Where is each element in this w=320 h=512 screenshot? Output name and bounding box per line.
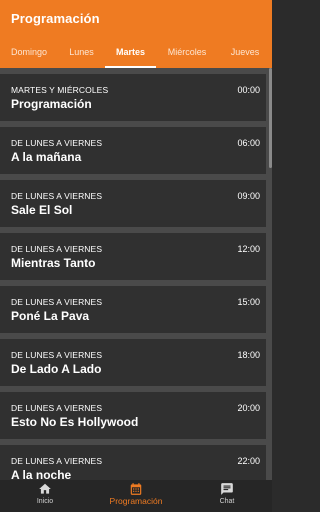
schedule-item[interactable]: DE LUNES A VIERNES 20:00 Esto No Es Holl…	[0, 392, 266, 439]
tab-jueves[interactable]: Jueves	[218, 36, 272, 68]
schedule-time: 18:00	[237, 350, 260, 360]
chat-icon	[221, 483, 233, 495]
schedule-time: 09:00	[237, 191, 260, 201]
schedule-time: 22:00	[237, 456, 260, 466]
schedule-show-name: A la noche	[11, 468, 72, 480]
schedule-days: DE LUNES A VIERNES	[11, 403, 103, 413]
nav-chat[interactable]: Chat	[182, 480, 272, 512]
schedule-show-name: Mientras Tanto	[11, 256, 96, 270]
schedule-show-name: Sale El Sol	[11, 203, 73, 217]
app-bar: Programación Domingo Lunes Martes Miérco…	[0, 0, 272, 68]
schedule-time: 00:00	[237, 85, 260, 95]
schedule-days: DE LUNES A VIERNES	[11, 350, 103, 360]
nav-label: Programación	[109, 496, 163, 506]
nav-label: Inicio	[36, 498, 54, 505]
tab-lunes[interactable]: Lunes	[58, 36, 105, 68]
page-title: Programación	[11, 11, 100, 26]
schedule-time: 15:00	[237, 297, 260, 307]
nav-programacion[interactable]: Programación	[90, 480, 182, 512]
schedule-item[interactable]: DE LUNES A VIERNES 22:00 A la noche	[0, 445, 266, 480]
app: Programación Domingo Lunes Martes Miérco…	[0, 0, 272, 512]
bottom-navigation: Inicio Programación Chat	[0, 480, 272, 512]
schedule-days: DE LUNES A VIERNES	[11, 191, 103, 201]
nav-inicio[interactable]: Inicio	[0, 480, 90, 512]
schedule-time: 20:00	[237, 403, 260, 413]
list-scrollbar[interactable]	[269, 68, 272, 168]
schedule-show-name: Poné La Pava	[11, 309, 90, 323]
schedule-time: 12:00	[237, 244, 260, 254]
day-tabs: Domingo Lunes Martes Miércoles Jueves	[0, 36, 272, 68]
schedule-days: DE LUNES A VIERNES	[11, 456, 103, 466]
tab-miercoles[interactable]: Miércoles	[156, 36, 218, 68]
tab-martes[interactable]: Martes	[105, 36, 156, 68]
schedule-days: MARTES Y MIÉRCOLES	[11, 85, 109, 95]
calendar-icon	[130, 483, 142, 495]
schedule-show-name: Esto No Es Hollywood	[11, 415, 139, 429]
schedule-show-name: De Lado A Lado	[11, 362, 102, 376]
schedule-show-name: A la mañana	[11, 150, 82, 164]
schedule-days: DE LUNES A VIERNES	[11, 244, 103, 254]
schedule-item[interactable]: DE LUNES A VIERNES 18:00 De Lado A Lado	[0, 339, 266, 386]
tab-domingo[interactable]: Domingo	[0, 36, 58, 68]
schedule-time: 06:00	[237, 138, 260, 148]
schedule-show-name: Programación	[11, 97, 92, 111]
schedule-item[interactable]: DE LUNES A VIERNES 15:00 Poné La Pava	[0, 286, 266, 333]
schedule-item[interactable]: MARTES Y MIÉRCOLES 00:00 Programación	[0, 74, 266, 121]
schedule-days: DE LUNES A VIERNES	[11, 138, 103, 148]
schedule-item[interactable]: DE LUNES A VIERNES 09:00 Sale El Sol	[0, 180, 266, 227]
home-icon	[39, 483, 51, 494]
schedule-list[interactable]: MARTES Y MIÉRCOLES 00:00 Programación DE…	[0, 68, 272, 480]
schedule-item[interactable]: DE LUNES A VIERNES 12:00 Mientras Tanto	[0, 233, 266, 280]
schedule-item[interactable]: DE LUNES A VIERNES 06:00 A la mañana	[0, 127, 266, 174]
nav-label: Chat	[219, 498, 235, 505]
schedule-days: DE LUNES A VIERNES	[11, 297, 103, 307]
